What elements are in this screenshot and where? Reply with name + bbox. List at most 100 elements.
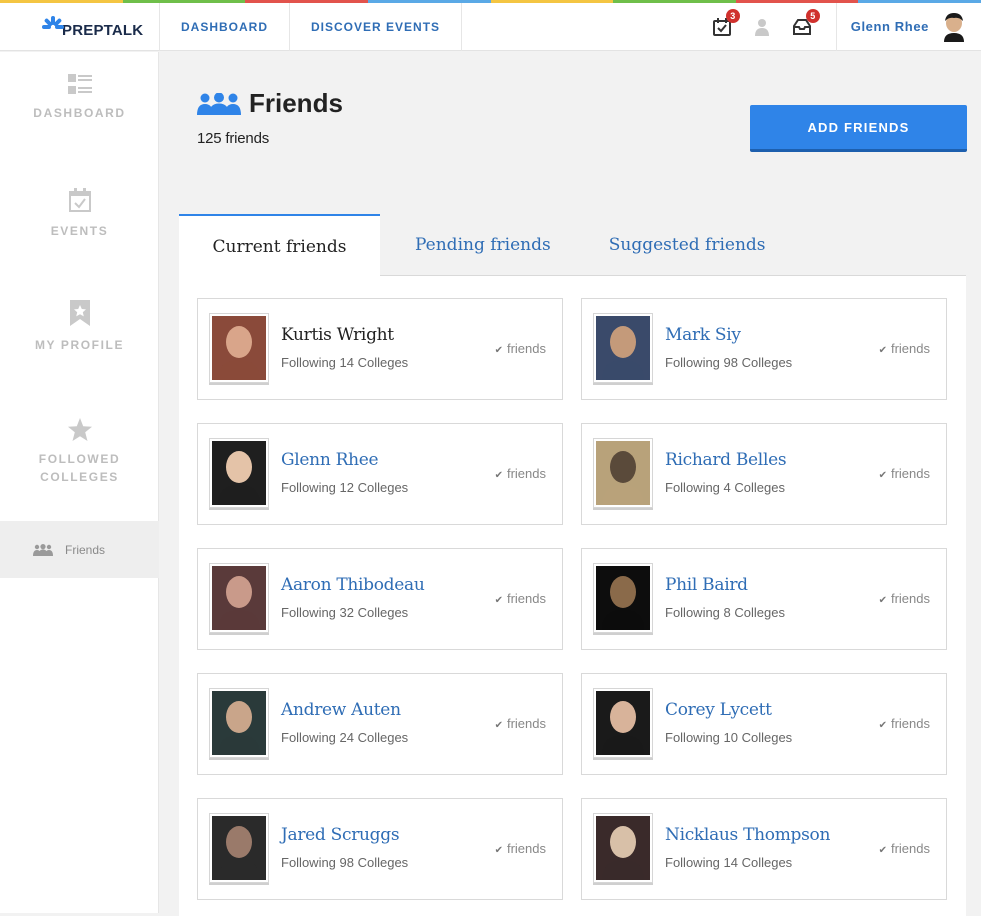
friend-avatar[interactable] bbox=[209, 688, 269, 758]
person-icon[interactable] bbox=[750, 15, 774, 39]
friend-card[interactable]: Mark Siy Following 98 Colleges ✔ friends bbox=[581, 298, 947, 400]
friend-card[interactable]: Richard Belles Following 4 Colleges ✔ frien… bbox=[581, 423, 947, 525]
sidebar-item-dashboard[interactable]: DASHBOARD bbox=[0, 74, 159, 122]
friend-status-label: friends bbox=[890, 466, 930, 481]
nav-dashboard[interactable]: DASHBOARD bbox=[160, 2, 290, 51]
friend-name[interactable]: Glenn Rhee bbox=[281, 450, 379, 470]
friend-photo bbox=[596, 441, 650, 505]
star-icon bbox=[67, 418, 92, 441]
friends-list: Kurtis Wright Following 14 Colleges ✔ frien… bbox=[179, 276, 966, 916]
friend-avatar[interactable] bbox=[209, 813, 269, 883]
friend-name[interactable]: Richard Belles bbox=[665, 450, 787, 470]
check-icon: ✔ bbox=[878, 345, 887, 356]
friend-status[interactable]: ✔ friends bbox=[879, 341, 930, 356]
friend-status-label: friends bbox=[506, 466, 546, 481]
friend-photo bbox=[212, 691, 266, 755]
calendar-check-icon[interactable]: 3 bbox=[710, 8, 740, 39]
sunburst-logo-icon bbox=[42, 15, 64, 29]
friend-card[interactable]: Kurtis Wright Following 14 Colleges ✔ frien… bbox=[197, 298, 563, 400]
friend-avatar[interactable] bbox=[593, 813, 653, 883]
friend-status[interactable]: ✔ friends bbox=[879, 841, 930, 856]
tab-pending-friends[interactable]: Pending friends bbox=[380, 214, 580, 276]
friend-name[interactable]: Aaron Thibodeau bbox=[281, 575, 425, 595]
friend-status-label: friends bbox=[890, 341, 930, 356]
friend-avatar[interactable] bbox=[209, 438, 269, 508]
friend-status[interactable]: ✔ friends bbox=[495, 591, 546, 606]
friend-photo bbox=[212, 316, 266, 380]
friend-following-count: Following 14 Colleges bbox=[281, 355, 409, 370]
calendar-icon bbox=[68, 188, 91, 212]
friend-following-count: Following 98 Colleges bbox=[281, 855, 409, 870]
friend-status[interactable]: ✔ friends bbox=[495, 716, 546, 731]
friend-status[interactable]: ✔ friends bbox=[879, 466, 930, 481]
friend-card[interactable]: Phil Baird Following 8 Colleges ✔ friends bbox=[581, 548, 947, 650]
main-content: Friends 125 friends ADD FRIENDS Current … bbox=[159, 52, 981, 916]
friend-following-count: Following 98 Colleges bbox=[665, 355, 793, 370]
logo[interactable]: PREPTALK bbox=[0, 2, 160, 51]
friend-avatar[interactable] bbox=[209, 313, 269, 383]
sidebar-item-label: MY PROFILE bbox=[34, 338, 125, 352]
friend-avatar[interactable] bbox=[593, 438, 653, 508]
friend-photo bbox=[212, 441, 266, 505]
friend-photo bbox=[212, 566, 266, 630]
friend-following-count: Following 14 Colleges bbox=[665, 855, 793, 870]
friend-card[interactable]: Andrew Auten Following 24 Colleges ✔ friend… bbox=[197, 673, 563, 775]
friend-status-label: friends bbox=[890, 591, 930, 606]
friend-avatar[interactable] bbox=[593, 313, 653, 383]
friend-card[interactable]: Glenn Rhee Following 12 Colleges ✔ friends bbox=[197, 423, 563, 525]
friend-name[interactable]: Jared Scruggs bbox=[281, 825, 400, 845]
friend-photo bbox=[212, 816, 266, 880]
friend-card[interactable]: Jared Scruggs Following 98 Colleges ✔ frien… bbox=[197, 798, 563, 900]
friend-following-count: Following 8 Colleges bbox=[665, 605, 785, 620]
tab-suggested-friends[interactable]: Suggested friends bbox=[580, 214, 795, 276]
tab-current-friends[interactable]: Current friends bbox=[179, 214, 380, 277]
sidebar-item-events[interactable]: EVENTS bbox=[0, 188, 159, 240]
friend-card[interactable]: Aaron Thibodeau Following 32 Colleges ✔ fri… bbox=[197, 548, 563, 650]
friend-status[interactable]: ✔ friends bbox=[495, 341, 546, 356]
friend-status[interactable]: ✔ friends bbox=[879, 716, 930, 731]
friend-status[interactable]: ✔ friends bbox=[879, 591, 930, 606]
nav-discover-events[interactable]: DISCOVER EVENTS bbox=[290, 2, 463, 51]
sidebar-item-label: EVENTS bbox=[50, 224, 109, 238]
page-header: Friends bbox=[197, 88, 343, 119]
friend-avatar[interactable] bbox=[209, 563, 269, 633]
friend-status[interactable]: ✔ friends bbox=[495, 466, 546, 481]
friend-name[interactable]: Corey Lycett bbox=[665, 700, 772, 720]
logo-text: PREPTALK bbox=[62, 22, 144, 39]
friend-avatar[interactable] bbox=[593, 688, 653, 758]
friends-tabs: Current friends Pending friends Suggeste… bbox=[179, 214, 966, 277]
check-icon: ✔ bbox=[494, 720, 503, 731]
sidebar: DASHBOARD EVENTS MY PROFILE FOLLOWED COL… bbox=[0, 52, 159, 913]
bookmark-icon bbox=[69, 300, 90, 326]
message-badge: 5 bbox=[805, 8, 820, 23]
sidebar-item-my-profile[interactable]: MY PROFILE bbox=[0, 300, 159, 354]
check-icon: ✔ bbox=[494, 845, 503, 856]
friend-name[interactable]: Mark Siy bbox=[665, 325, 741, 345]
friend-status[interactable]: ✔ friends bbox=[495, 841, 546, 856]
friend-name[interactable]: Andrew Auten bbox=[281, 700, 401, 720]
friend-status-label: friends bbox=[890, 841, 930, 856]
friend-status-label: friends bbox=[506, 341, 546, 356]
friend-card[interactable]: Nicklaus Thompson Following 14 Colleges ✔ f… bbox=[581, 798, 947, 900]
friend-count: 125 friends bbox=[197, 130, 270, 147]
friend-following-count: Following 32 Colleges bbox=[281, 605, 409, 620]
inbox-icon[interactable]: 5 bbox=[790, 8, 820, 39]
friend-name[interactable]: Kurtis Wright bbox=[281, 325, 394, 345]
check-icon: ✔ bbox=[878, 720, 887, 731]
friend-name[interactable]: Phil Baird bbox=[665, 575, 748, 595]
person-glyph bbox=[754, 18, 769, 36]
friend-following-count: Following 12 Colleges bbox=[281, 480, 409, 495]
check-icon: ✔ bbox=[878, 470, 887, 481]
sidebar-item-friends[interactable]: Friends bbox=[0, 521, 159, 578]
friend-name[interactable]: Nicklaus Thompson bbox=[665, 825, 830, 845]
user-menu[interactable]: Glenn Rhee bbox=[835, 2, 981, 51]
notification-badge: 3 bbox=[725, 8, 740, 23]
check-icon: ✔ bbox=[878, 595, 887, 606]
friend-avatar[interactable] bbox=[593, 563, 653, 633]
user-avatar bbox=[941, 11, 967, 42]
sidebar-friends-label: Friends bbox=[65, 542, 106, 557]
check-icon: ✔ bbox=[494, 470, 503, 481]
add-friends-button[interactable]: ADD FRIENDS bbox=[750, 105, 967, 152]
friend-card[interactable]: Corey Lycett Following 10 Colleges ✔ friend… bbox=[581, 673, 947, 775]
sidebar-item-followed-colleges[interactable]: FOLLOWED COLLEGES bbox=[0, 418, 159, 486]
